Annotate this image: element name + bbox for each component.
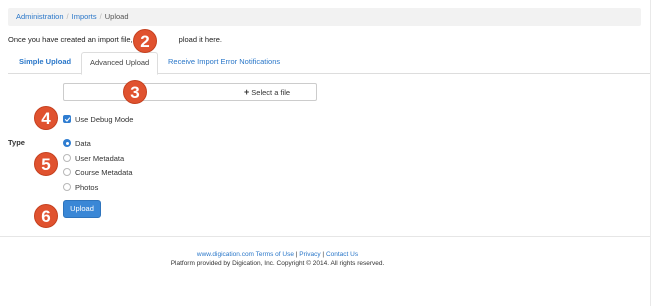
type-label: Type — [8, 138, 25, 147]
tab-receive-import-error-notifications[interactable]: Receive Import Error Notifications — [160, 52, 288, 74]
step-marker-5: 5 — [34, 152, 58, 176]
breadcrumb-link-imports[interactable]: Imports — [72, 12, 97, 21]
footer-divider — [0, 236, 651, 237]
type-option-label: Photos — [75, 182, 99, 192]
plus-icon: + — [244, 87, 250, 97]
checkmark-icon — [64, 116, 70, 122]
intro-text-part2: pload it here. — [178, 35, 223, 44]
file-picker[interactable]: + Select a file — [63, 83, 317, 101]
upload-button[interactable]: Upload — [63, 200, 101, 218]
breadcrumb-separator: / — [99, 12, 102, 21]
step-marker-2: 2 — [133, 29, 157, 53]
footer-separator: | — [322, 251, 325, 258]
radio-data[interactable] — [63, 139, 71, 147]
type-option-course-metadata[interactable]: Course Metadata — [63, 167, 133, 177]
breadcrumb-separator: / — [66, 12, 69, 21]
radio-user-metadata[interactable] — [63, 154, 71, 162]
debug-mode-label: Use Debug Mode — [75, 114, 134, 124]
footer-link-privacy[interactable]: Privacy — [299, 251, 320, 258]
intro-text-part1: Once you have created an import file, — [8, 35, 133, 44]
step-marker-3: 3 — [123, 80, 147, 104]
footer-link-contact[interactable]: Contact Us — [326, 251, 358, 258]
tab-simple-upload[interactable]: Simple Upload — [11, 52, 79, 74]
type-option-label: Course Metadata — [75, 167, 133, 177]
type-option-photos[interactable]: Photos — [63, 182, 98, 192]
type-option-label: User Metadata — [75, 153, 125, 163]
debug-mode-checkbox[interactable] — [63, 115, 71, 123]
breadcrumb: Administration / Imports / Upload — [8, 8, 641, 26]
intro-text: Once you have created an import file, plo… — [8, 35, 222, 44]
footer-copyright: Platform provided by Digication, Inc. Co… — [170, 260, 385, 267]
footer-separator: | — [295, 251, 298, 258]
radio-photos[interactable] — [63, 183, 71, 191]
select-file-label: Select a file — [251, 88, 291, 97]
footer-link-site[interactable]: www.digication.com — [197, 251, 254, 258]
type-option-user-metadata[interactable]: User Metadata — [63, 153, 124, 163]
type-option-label: Data — [75, 138, 91, 148]
upload-tabs: Simple Upload Advanced Upload Receive Im… — [8, 52, 651, 75]
step-marker-4: 4 — [34, 106, 58, 130]
tab-advanced-upload[interactable]: Advanced Upload — [81, 52, 159, 75]
footer-links: www.digication.com Terms of Use | Privac… — [0, 250, 555, 259]
footer: www.digication.com Terms of Use | Privac… — [0, 250, 555, 268]
debug-mode-option[interactable]: Use Debug Mode — [63, 114, 133, 124]
breadcrumb-current: Upload — [104, 12, 129, 21]
breadcrumb-link-administration[interactable]: Administration — [16, 12, 64, 21]
type-option-data[interactable]: Data — [63, 138, 91, 148]
select-file-button[interactable]: + Select a file — [180, 84, 317, 100]
step-marker-6: 6 — [34, 204, 58, 228]
radio-course-metadata[interactable] — [63, 168, 71, 176]
footer-link-terms[interactable]: Terms of Use — [256, 251, 294, 258]
